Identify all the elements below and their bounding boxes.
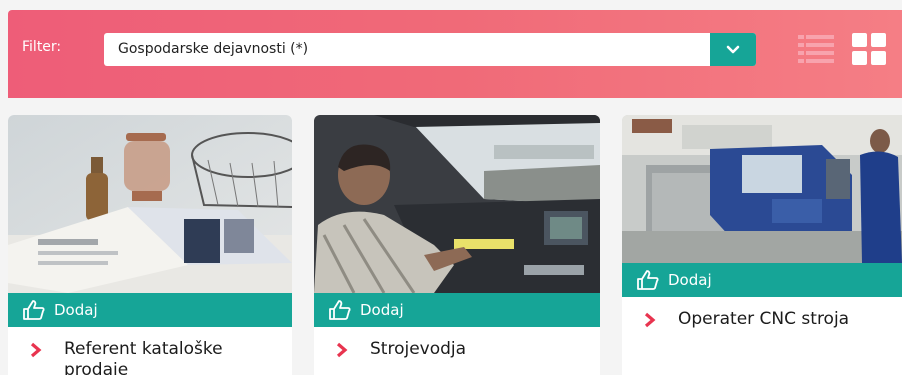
chevron-right-icon bbox=[336, 342, 348, 358]
add-label: Dodaj bbox=[360, 301, 404, 319]
train-driver-cab-photo bbox=[314, 115, 600, 293]
add-button[interactable]: Dodaj bbox=[8, 293, 292, 327]
job-title-link[interactable]: Strojevodja bbox=[336, 339, 466, 360]
chevron-right-icon bbox=[644, 312, 656, 328]
filter-select[interactable]: Gospodarske dejavnosti (*) bbox=[104, 33, 756, 66]
filter-bar: Filter: Gospodarske dejavnosti (*) bbox=[8, 10, 902, 98]
list-view-button[interactable] bbox=[798, 35, 834, 63]
cnc-machine-operator-photo bbox=[622, 115, 902, 263]
filter-dropdown-button[interactable] bbox=[710, 33, 756, 66]
job-card[interactable]: Dodaj Referent kataloške prodaje bbox=[8, 115, 292, 375]
job-title-link[interactable]: Operater CNC stroja bbox=[644, 309, 849, 330]
thumbs-up-icon bbox=[23, 300, 45, 320]
thumbs-up-icon bbox=[329, 300, 351, 320]
job-title: Referent kataloške prodaje bbox=[64, 339, 223, 375]
filter-label: Filter: bbox=[22, 39, 62, 55]
grid-view-button[interactable] bbox=[852, 33, 886, 65]
thumbs-up-icon bbox=[637, 270, 659, 290]
grid-view-icon bbox=[852, 33, 886, 65]
job-card[interactable]: Dodaj Operater CNC stroja bbox=[622, 115, 902, 375]
add-button[interactable]: Dodaj bbox=[622, 263, 902, 297]
add-button[interactable]: Dodaj bbox=[314, 293, 600, 327]
job-catalog-page: Filter: Gospodarske dejavnosti (*) Dodaj… bbox=[0, 0, 902, 375]
job-title-link[interactable]: Referent kataloške prodaje bbox=[30, 339, 254, 375]
filter-selected-value: Gospodarske dejavnosti (*) bbox=[118, 41, 309, 57]
chevron-right-icon bbox=[30, 342, 42, 358]
job-title: Strojevodja bbox=[370, 339, 467, 359]
job-card[interactable]: Dodaj Strojevodja bbox=[314, 115, 600, 375]
magazine-on-table-photo bbox=[8, 115, 292, 293]
chevron-down-icon bbox=[726, 45, 740, 53]
add-label: Dodaj bbox=[668, 271, 712, 289]
list-view-icon bbox=[798, 35, 834, 63]
job-title: Operater CNC stroja bbox=[678, 309, 850, 329]
add-label: Dodaj bbox=[54, 301, 98, 319]
